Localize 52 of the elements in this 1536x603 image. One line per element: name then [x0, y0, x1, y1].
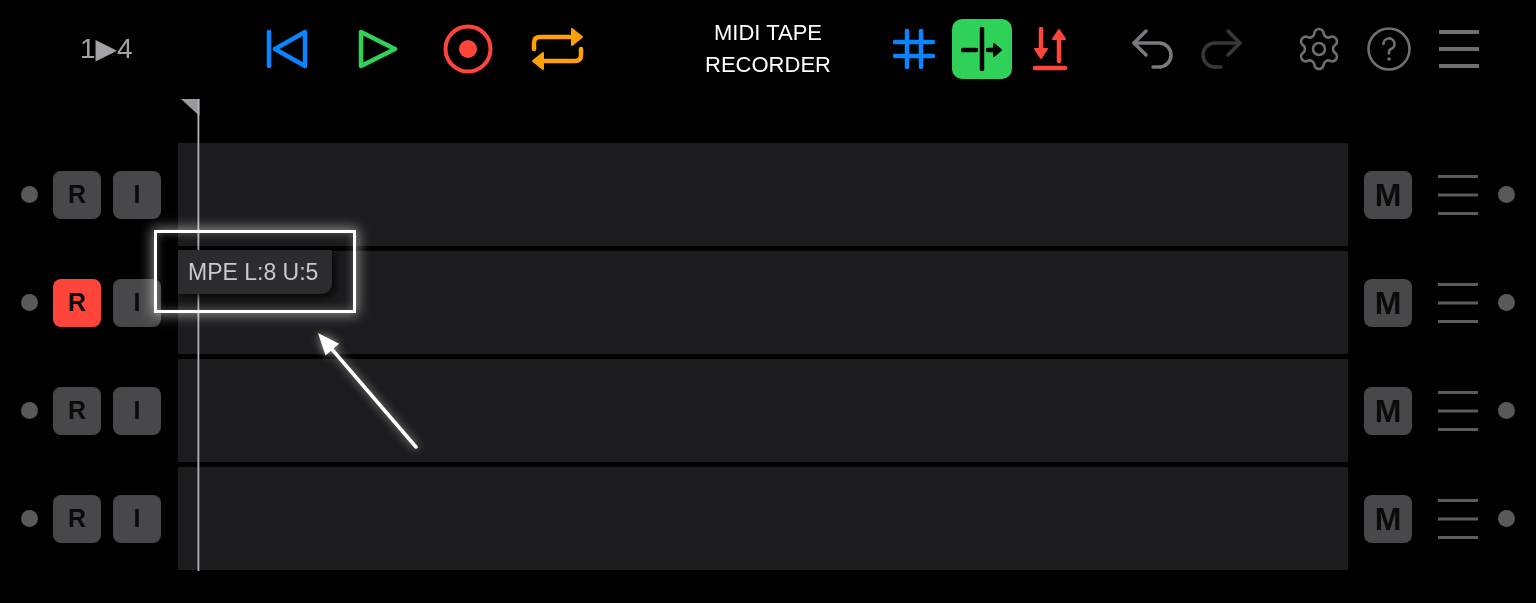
- track-menu-button[interactable]: [1438, 390, 1478, 431]
- menu-icon: [1438, 282, 1478, 323]
- menu-icon: [1438, 174, 1478, 215]
- mpe-tooltip: MPE L:8 U:5: [178, 250, 332, 294]
- status-dot-icon: [21, 294, 38, 311]
- help-icon: [1367, 27, 1411, 71]
- record-button[interactable]: [443, 24, 493, 74]
- status-dot-icon: [1498, 510, 1515, 527]
- mute-button[interactable]: M: [1364, 278, 1412, 327]
- grid-button[interactable]: [893, 29, 935, 69]
- input-button[interactable]: I: [113, 386, 161, 435]
- record-arm-button[interactable]: R: [53, 386, 101, 435]
- split-arrow-icon: [961, 27, 1003, 71]
- redo-icon: [1199, 28, 1243, 70]
- help-button[interactable]: [1367, 27, 1411, 71]
- rewind-button[interactable]: [266, 29, 308, 69]
- menu-icon: [1438, 498, 1478, 539]
- loop-icon: [530, 27, 585, 71]
- undo-button[interactable]: [1131, 28, 1175, 70]
- mute-button[interactable]: M: [1364, 170, 1412, 219]
- status-dot-icon: [1498, 294, 1515, 311]
- record-arm-button[interactable]: R: [53, 278, 101, 327]
- track-menu-button[interactable]: [1438, 174, 1478, 215]
- mute-button[interactable]: M: [1364, 386, 1412, 435]
- skip-back-icon: [266, 29, 308, 69]
- status-dot-icon: [1498, 402, 1515, 419]
- play-button[interactable]: [358, 29, 398, 69]
- status-dot-icon: [1498, 186, 1515, 203]
- track-menu-button[interactable]: [1438, 282, 1478, 323]
- record-icon: [443, 24, 493, 74]
- menu-icon: [1438, 390, 1478, 431]
- mute-button[interactable]: M: [1364, 494, 1412, 543]
- transpose-button[interactable]: [1033, 27, 1067, 71]
- input-button[interactable]: I: [113, 494, 161, 543]
- menu-button[interactable]: [1439, 30, 1479, 68]
- record-arm-button[interactable]: R: [53, 170, 101, 219]
- menu-icon: [1439, 30, 1479, 68]
- play-icon: [358, 29, 398, 69]
- track-menu-button[interactable]: [1438, 498, 1478, 539]
- up-down-arrows-icon: [1033, 27, 1067, 71]
- record-arm-button[interactable]: R: [53, 494, 101, 543]
- hash-icon: [893, 29, 935, 69]
- range-label: 1▶4: [80, 35, 134, 63]
- input-button[interactable]: I: [113, 278, 161, 327]
- status-dot-icon: [21, 186, 38, 203]
- status-dot-icon: [21, 402, 38, 419]
- input-button[interactable]: I: [113, 170, 161, 219]
- loop-button[interactable]: [530, 27, 585, 71]
- split-button[interactable]: [952, 19, 1012, 79]
- status-dot-icon: [21, 510, 38, 527]
- app-title: MIDI TAPE RECORDER: [704, 19, 832, 79]
- undo-icon: [1131, 28, 1175, 70]
